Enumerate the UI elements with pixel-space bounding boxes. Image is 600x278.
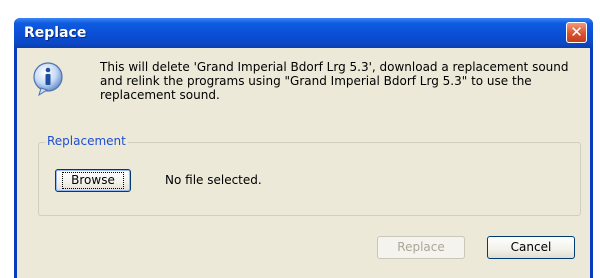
replacement-groupbox: Replacement Browse No file selected. bbox=[38, 134, 581, 216]
dialog-title: Replace bbox=[24, 25, 87, 41]
information-icon bbox=[33, 62, 63, 97]
close-button[interactable]: ✕ bbox=[566, 22, 587, 43]
browse-button-label: Browse bbox=[62, 172, 124, 189]
replace-button[interactable]: Replace bbox=[377, 236, 465, 259]
cancel-button[interactable]: Cancel bbox=[487, 236, 575, 259]
replace-dialog: Replace ✕ This will delete 'Grand Imperi… bbox=[14, 18, 593, 278]
title-bar[interactable]: Replace ✕ bbox=[14, 18, 593, 48]
dialog-body: This will delete 'Grand Imperial Bdorf L… bbox=[17, 48, 590, 278]
confirmation-message: This will delete 'Grand Imperial Bdorf L… bbox=[100, 60, 569, 102]
file-status: No file selected. bbox=[165, 173, 262, 187]
replacement-legend: Replacement bbox=[45, 134, 128, 148]
browse-button[interactable]: Browse bbox=[55, 169, 131, 192]
close-icon: ✕ bbox=[570, 23, 583, 41]
